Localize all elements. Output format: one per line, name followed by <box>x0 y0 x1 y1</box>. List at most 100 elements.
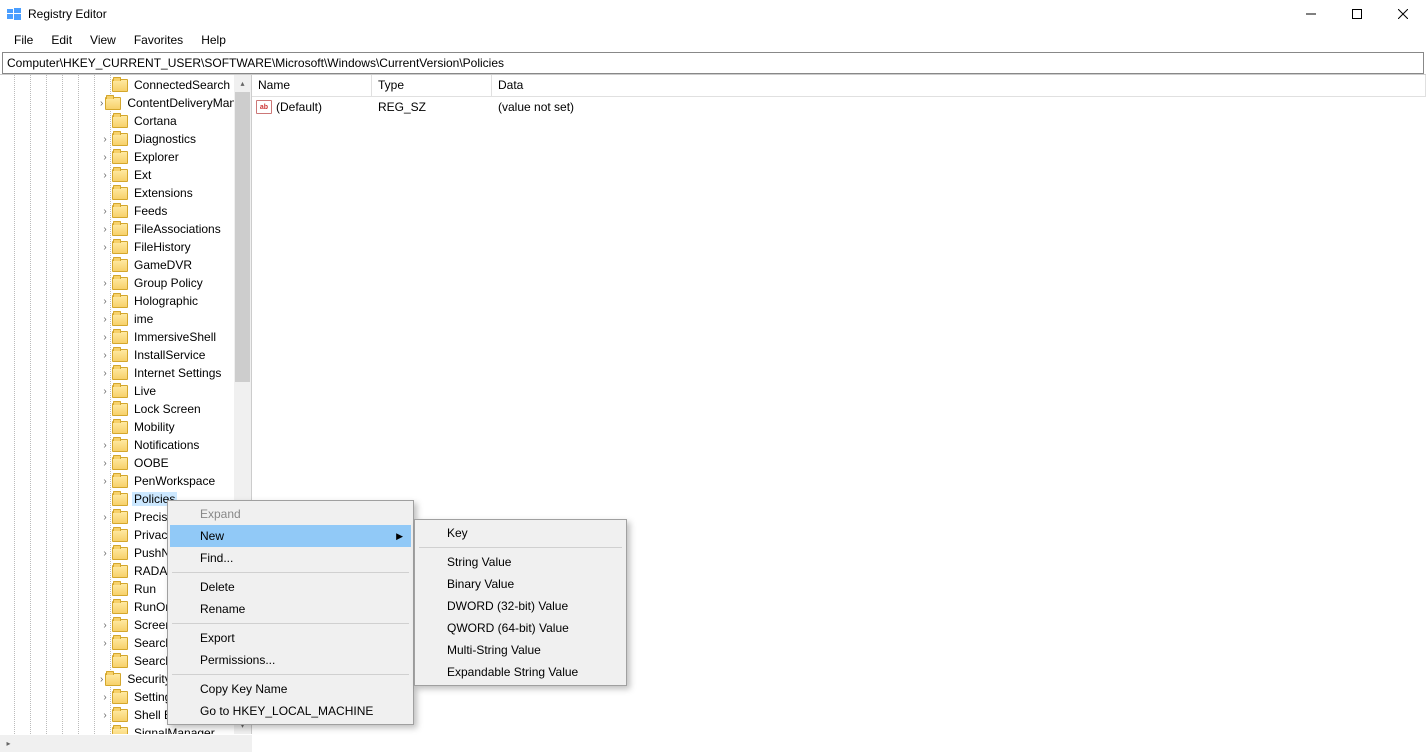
folder-icon <box>112 115 128 128</box>
folder-icon <box>112 547 128 560</box>
folder-icon <box>112 403 128 416</box>
tree-item-label: Internet Settings <box>132 366 223 380</box>
folder-icon <box>105 97 121 110</box>
ctx-separator <box>419 547 622 548</box>
ctx-new[interactable]: New▶ <box>170 525 411 547</box>
value-row-default[interactable]: ab (Default) REG_SZ (value not set) <box>252 97 1426 117</box>
folder-icon <box>112 565 128 578</box>
ctx-delete[interactable]: Delete <box>170 576 411 598</box>
scroll-up-button[interactable]: ▴ <box>234 75 251 92</box>
address-path: Computer\HKEY_CURRENT_USER\SOFTWARE\Micr… <box>7 56 504 70</box>
tree-item-label: Diagnostics <box>132 132 198 146</box>
context-menu: Expand New▶ Find... Delete Rename Export… <box>167 500 414 725</box>
column-name[interactable]: Name <box>252 75 372 96</box>
string-value-icon: ab <box>256 100 272 114</box>
tree-item-label: Ext <box>132 168 153 182</box>
folder-icon <box>112 727 128 735</box>
folder-icon <box>112 493 128 506</box>
ctx-new-qword[interactable]: QWORD (64-bit) Value <box>417 617 624 639</box>
folder-icon <box>112 385 128 398</box>
menu-file[interactable]: File <box>6 31 41 49</box>
tree-item-label: ImmersiveShell <box>132 330 218 344</box>
ctx-new-expandstring[interactable]: Expandable String Value <box>417 661 624 683</box>
tree-horizontal-scrollbar[interactable]: ◂ ▸ <box>0 735 252 752</box>
tree-item-label: Mobility <box>132 420 177 434</box>
folder-icon <box>112 691 128 704</box>
folder-icon <box>112 349 128 362</box>
ctx-rename[interactable]: Rename <box>170 598 411 620</box>
ctx-new-binary[interactable]: Binary Value <box>417 573 624 595</box>
folder-icon <box>112 295 128 308</box>
tree-item-label: InstallService <box>132 348 207 362</box>
folder-icon <box>112 151 128 164</box>
ctx-copy-key-name[interactable]: Copy Key Name <box>170 678 411 700</box>
tree-item-label: GameDVR <box>132 258 194 272</box>
ctx-expand[interactable]: Expand <box>170 503 411 525</box>
folder-icon <box>112 79 128 92</box>
folder-icon <box>112 637 128 650</box>
ctx-export[interactable]: Export <box>170 627 411 649</box>
context-submenu-new: Key String Value Binary Value DWORD (32-… <box>414 519 627 686</box>
submenu-arrow-icon: ▶ <box>396 531 403 542</box>
column-data[interactable]: Data <box>492 75 1426 96</box>
value-data: (value not set) <box>492 100 574 114</box>
ctx-new-string[interactable]: String Value <box>417 551 624 573</box>
folder-icon <box>112 421 128 434</box>
tree-guide-lines <box>0 75 120 734</box>
folder-icon <box>105 673 121 686</box>
tree-item-label: Lock Screen <box>132 402 203 416</box>
folder-icon <box>112 223 128 236</box>
menu-help[interactable]: Help <box>193 31 234 49</box>
app-icon <box>6 6 22 22</box>
folder-icon <box>112 133 128 146</box>
folder-icon <box>112 709 128 722</box>
tree-item-label: Group Policy <box>132 276 205 290</box>
ctx-separator <box>172 572 409 573</box>
folder-icon <box>112 205 128 218</box>
ctx-permissions[interactable]: Permissions... <box>170 649 411 671</box>
address-bar[interactable]: Computer\HKEY_CURRENT_USER\SOFTWARE\Micr… <box>2 52 1424 74</box>
tree-item-label: Run <box>132 582 158 596</box>
scroll-thumb[interactable] <box>235 92 250 382</box>
folder-icon <box>112 583 128 596</box>
folder-icon <box>112 187 128 200</box>
value-type: REG_SZ <box>372 100 492 114</box>
menu-favorites[interactable]: Favorites <box>126 31 191 49</box>
tree-item-label: Notifications <box>132 438 201 452</box>
ctx-new-multistring[interactable]: Multi-String Value <box>417 639 624 661</box>
folder-icon <box>112 241 128 254</box>
folder-icon <box>112 511 128 524</box>
title-bar: Registry Editor <box>0 0 1426 28</box>
column-type[interactable]: Type <box>372 75 492 96</box>
window-title: Registry Editor <box>28 7 1288 21</box>
ctx-new-dword[interactable]: DWORD (32-bit) Value <box>417 595 624 617</box>
folder-icon <box>112 529 128 542</box>
tree-item-label: Live <box>132 384 158 398</box>
folder-icon <box>112 475 128 488</box>
maximize-button[interactable] <box>1334 0 1380 28</box>
menu-edit[interactable]: Edit <box>43 31 80 49</box>
menu-view[interactable]: View <box>82 31 124 49</box>
scroll-right-button[interactable]: ▸ <box>0 735 17 752</box>
tree-item-label: Cortana <box>132 114 179 128</box>
folder-icon <box>112 619 128 632</box>
tree-item-label: Extensions <box>132 186 195 200</box>
ctx-find[interactable]: Find... <box>170 547 411 569</box>
minimize-button[interactable] <box>1288 0 1334 28</box>
folder-icon <box>112 277 128 290</box>
list-header: Name Type Data <box>252 75 1426 97</box>
value-name: (Default) <box>276 100 322 114</box>
folder-icon <box>112 457 128 470</box>
folder-icon <box>112 313 128 326</box>
tree-item-label: PenWorkspace <box>132 474 217 488</box>
tree-item-label: Feeds <box>132 204 169 218</box>
close-button[interactable] <box>1380 0 1426 28</box>
tree-item-label: SignalManager <box>132 726 217 734</box>
folder-icon <box>112 439 128 452</box>
menu-bar: File Edit View Favorites Help <box>0 28 1426 52</box>
ctx-goto-hklm[interactable]: Go to HKEY_LOCAL_MACHINE <box>170 700 411 722</box>
tree-item-label: FileHistory <box>132 240 193 254</box>
folder-icon <box>112 367 128 380</box>
folder-icon <box>112 331 128 344</box>
ctx-new-key[interactable]: Key <box>417 522 624 544</box>
